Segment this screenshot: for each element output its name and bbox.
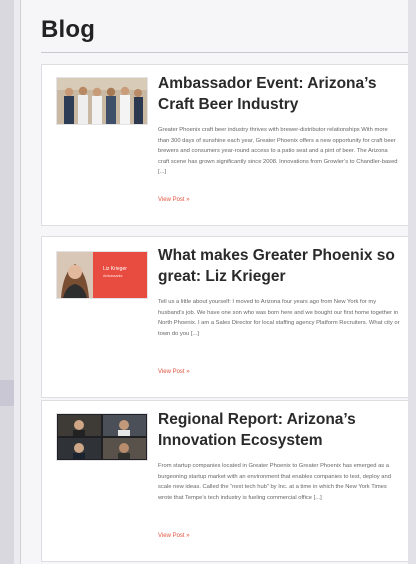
left-rail [0,0,14,564]
post-card-3: Regional Report: Arizona’s Innovation Ec… [41,400,409,562]
page-title: Blog [41,16,96,43]
post-title-1[interactable]: Ambassador Event: Arizona’s Craft Beer I… [158,73,398,115]
portrait-image: Liz Krieger Ambassador [57,252,147,298]
thumb-subtitle: Ambassador [103,274,123,278]
right-edge [408,0,416,564]
view-post-link-2[interactable]: View Post » [158,369,190,375]
blog-panel: Blog Ambassador Event: Arizona’s Craft B… [20,0,409,564]
post-thumbnail-2[interactable]: Liz Krieger Ambassador [56,251,148,299]
post-excerpt-1: Greater Phoenix craft beer industry thri… [158,127,398,175]
post-title-3[interactable]: Regional Report: Arizona’s Innovation Ec… [158,409,398,451]
rail-marker [0,380,14,406]
video-call-image [57,414,147,460]
title-divider [41,52,409,53]
post-thumbnail-1[interactable] [56,77,148,125]
post-excerpt-2: Tell us a little about yourself: I moved… [158,299,400,337]
group-photo-image [57,78,147,124]
post-card-1: Ambassador Event: Arizona’s Craft Beer I… [41,64,409,226]
post-card-2: Liz Krieger Ambassador What makes Greate… [41,236,409,398]
view-post-link-1[interactable]: View Post » [158,197,190,203]
post-thumbnail-3[interactable] [56,413,148,461]
post-excerpt-3: From startup companies located in Greate… [158,463,391,501]
view-post-link-3[interactable]: View Post » [158,533,190,539]
post-title-2[interactable]: What makes Greater Phoenix so great: Liz… [158,245,398,287]
thumb-name: Liz Krieger [103,266,127,272]
